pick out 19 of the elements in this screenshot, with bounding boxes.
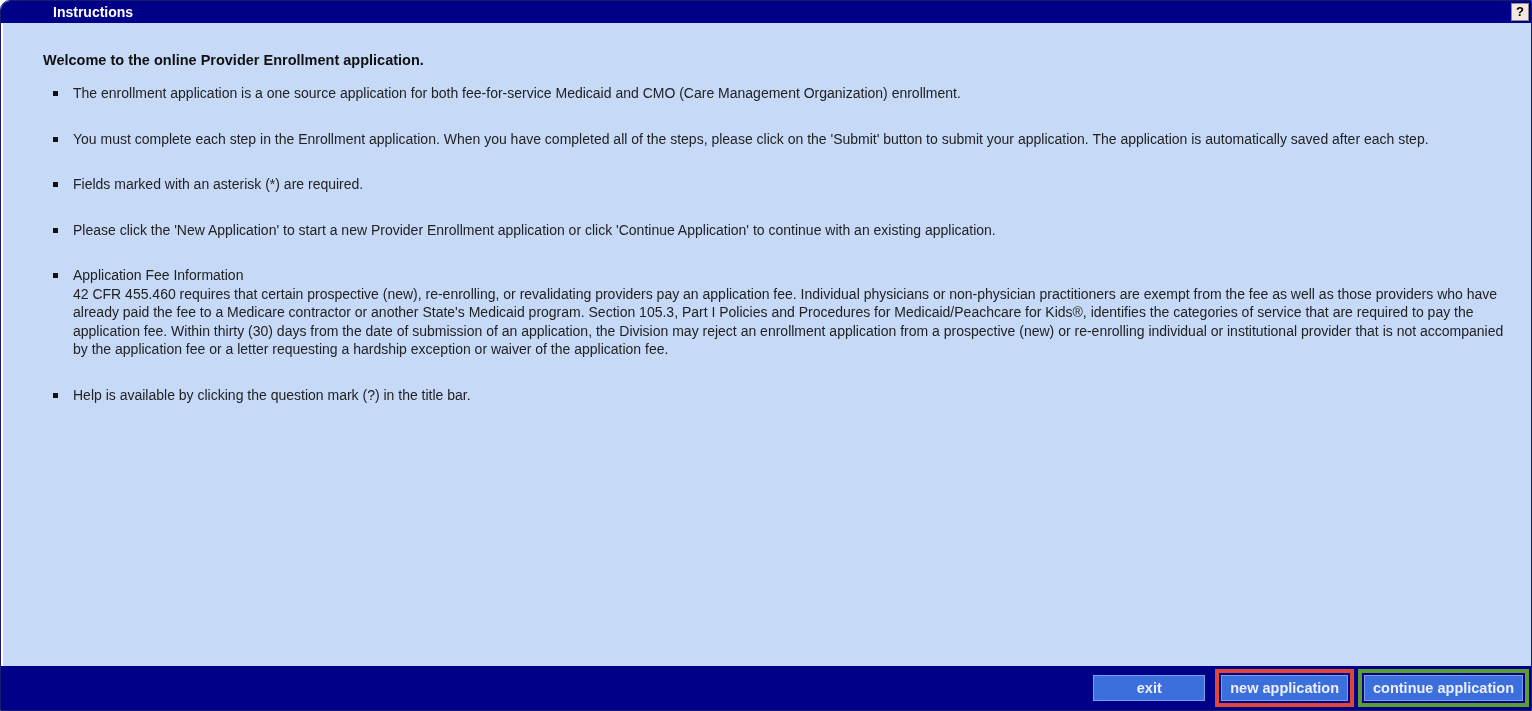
bullet-icon — [53, 227, 58, 233]
instruction-text: Fields marked with an asterisk (*) are required. — [73, 175, 365, 194]
action-button[interactable]: continue application — [1364, 675, 1523, 701]
section-title: Application Fee Information — [73, 266, 245, 285]
bullet-icon — [53, 182, 58, 187]
bullet-icon — [53, 392, 58, 398]
window-title: Instructions — [53, 4, 134, 20]
instruction-text: Help is available by clicking the question mark (?) in the title bar. — [73, 385, 472, 404]
instruction-text: You must complete each step in the Enrollment application. When you have completed all of the steps, please click on the 'Submit' button to submit your application. The application is automatically saved after each step. — [73, 129, 1430, 148]
action-button[interactable]: exit — [1093, 675, 1206, 701]
bullet-icon — [53, 136, 58, 142]
bullet-icon — [53, 273, 58, 278]
action-button[interactable]: new application — [1221, 675, 1348, 701]
paragraph: 42 CFR 455.460 requires that certain prospective (new), re-enrolling, or revalidating providers pay an application fee. Individual physicians or non-physician practitioners are exempt from the fee as well as those providers who have already paid the fee to a Medicare contractor or another State's Medicaid program. Section 105.3, Part I Policies and Procedures for Medicaid/Peachcare for Kids®, identifies the categories of service that are required to pay the application fee. Within thirty (30) days from the date of submission of an application, the Division may reject an enrollment application from a prospective (new) or re-enrolling individual or institutional provider that is not accompanied by the application fee or a letter requesting a hardship exception or waiver of the application fee. — [73, 284, 1505, 359]
instruction-text: The enrollment application is a one source application for both fee-for-service Medicaid and CMO (Care Management Organization) enrollment. — [73, 84, 962, 103]
welcome-heading: Welcome to the online Provider Enrollment application. — [43, 52, 425, 68]
bullet-icon — [53, 91, 58, 96]
help-button[interactable]: ? — [1511, 3, 1529, 21]
instruction-text: Please click the 'New Application' to start a new Provider Enrollment application or click 'Continue Application' to continue with an existing application. — [73, 220, 997, 239]
